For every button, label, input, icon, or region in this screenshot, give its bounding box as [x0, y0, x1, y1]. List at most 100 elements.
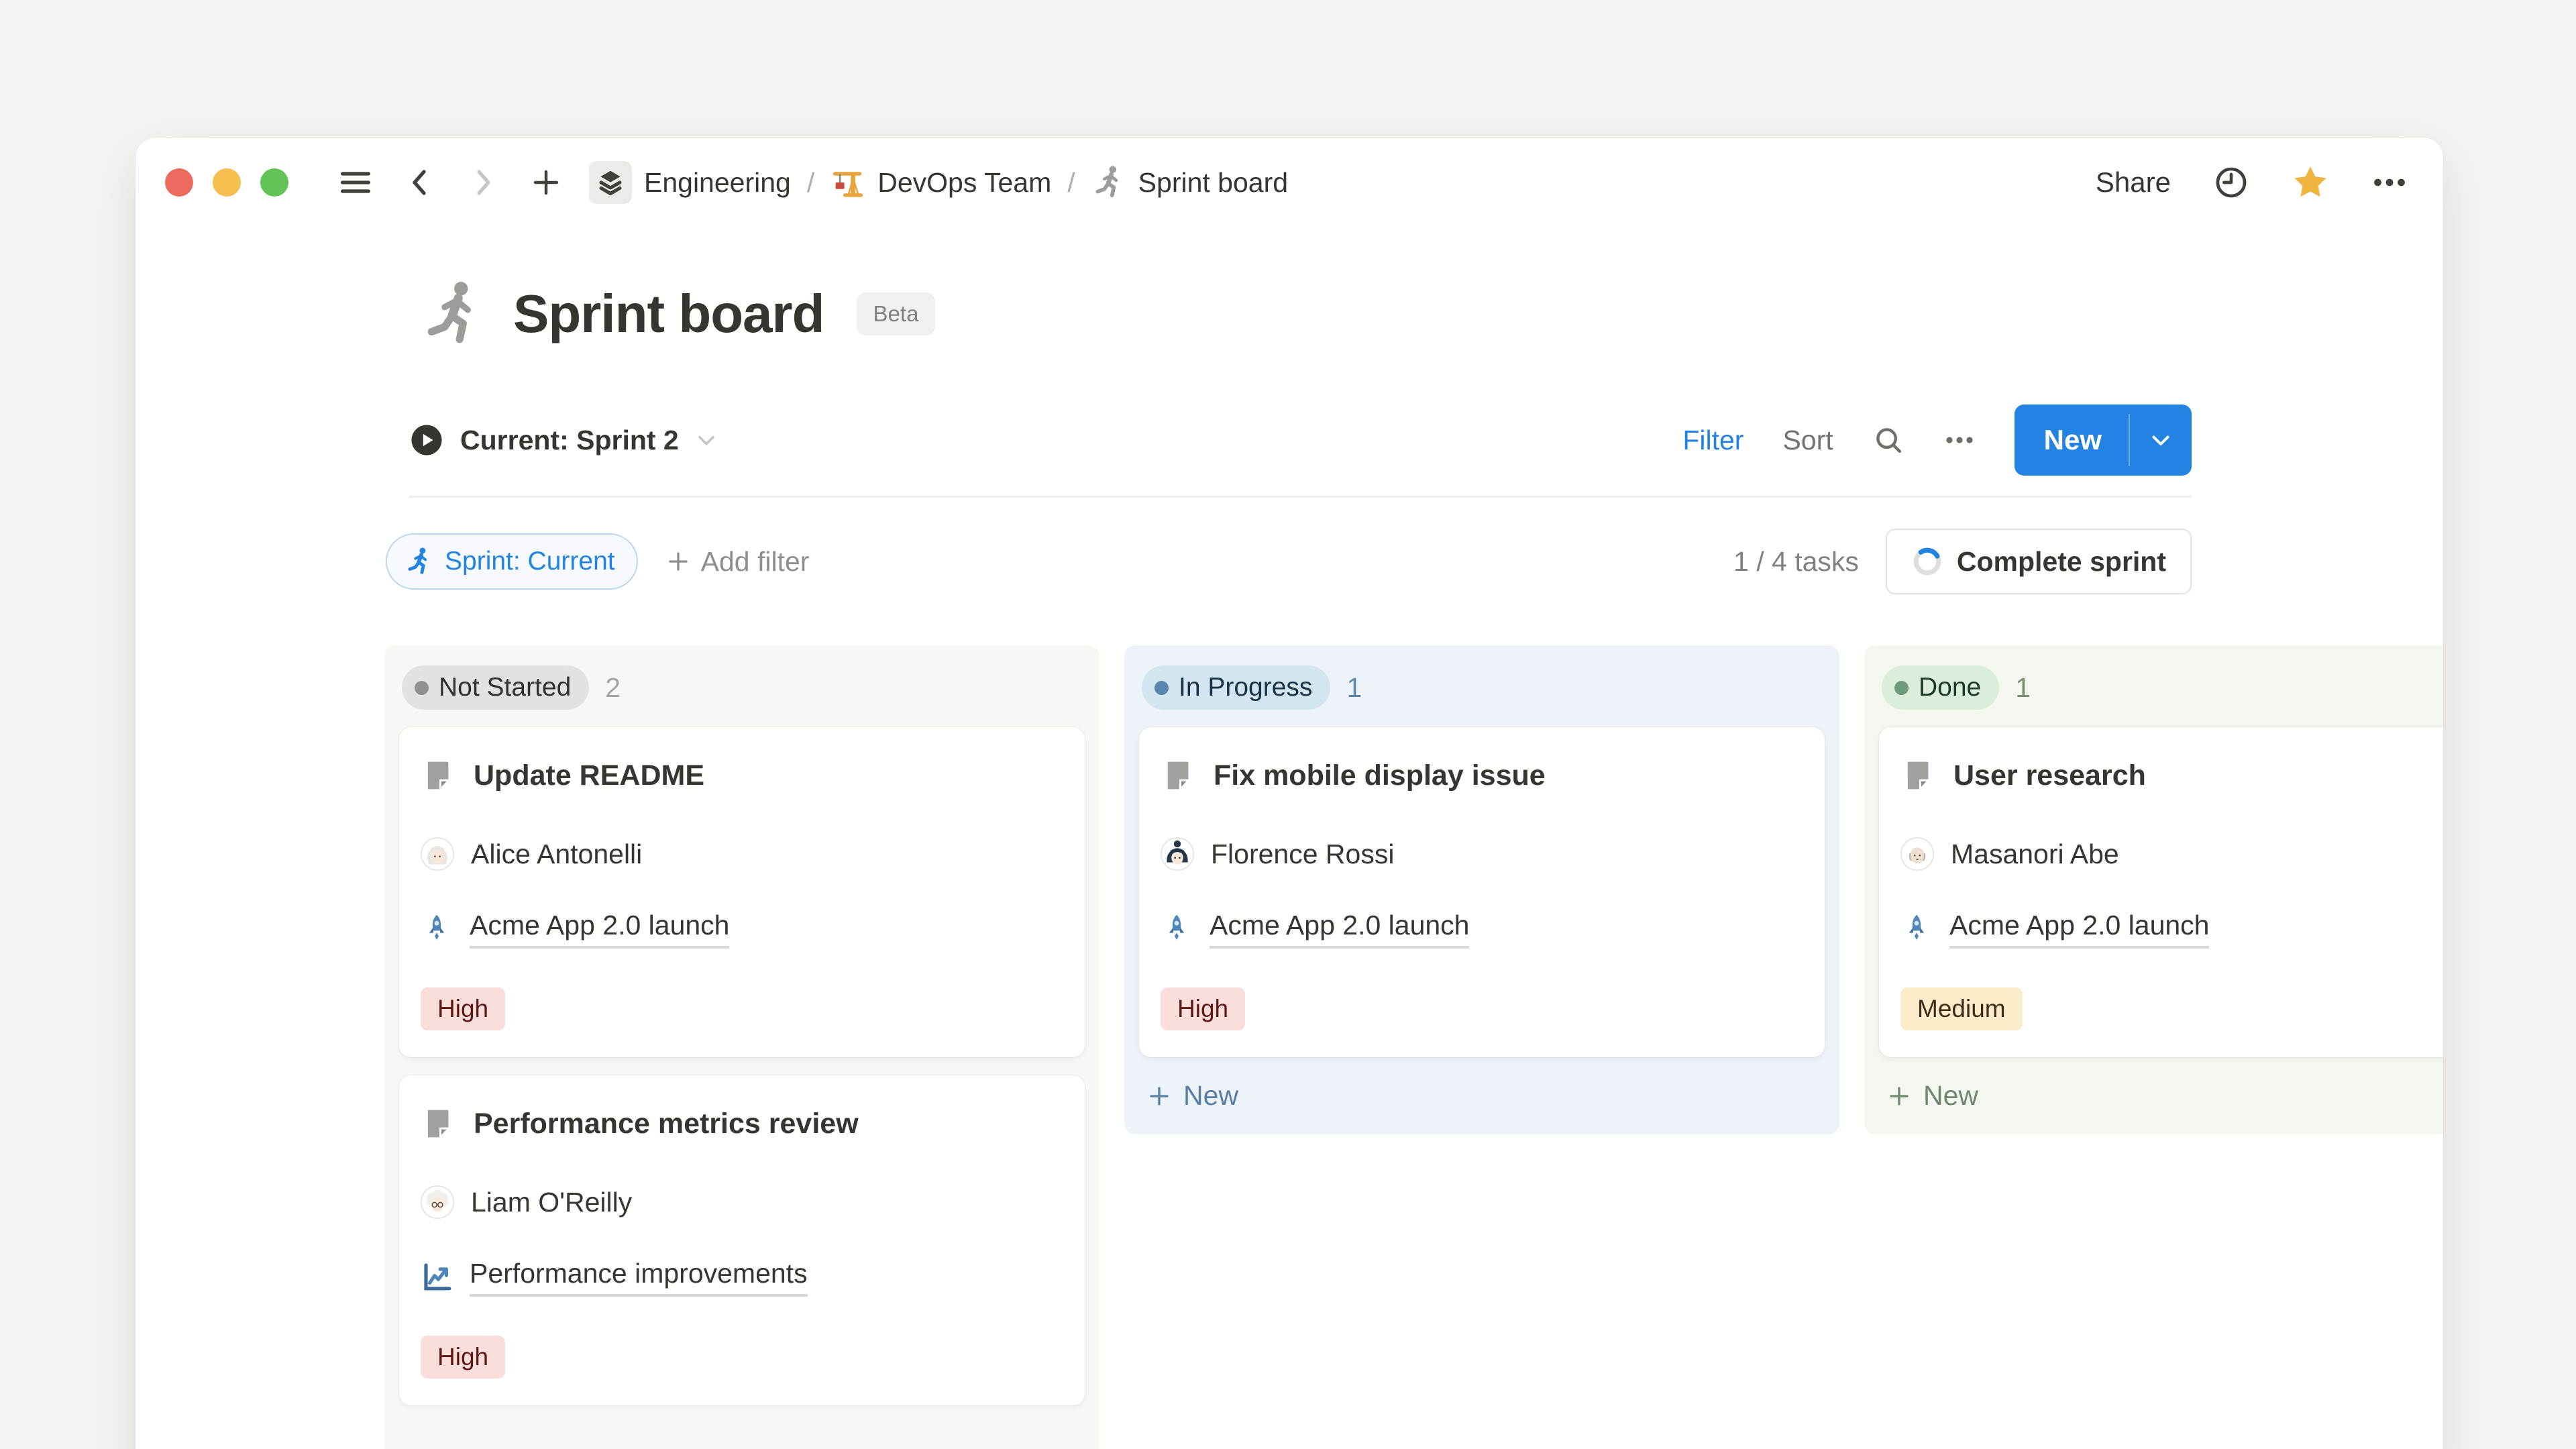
priority-tag: High	[421, 987, 505, 1030]
task-card[interactable]: User research Masanori Abe Acme App 2.0 …	[1879, 727, 2443, 1057]
sprint-chip-label: Sprint: Current	[445, 547, 615, 576]
card-title: Fix mobile display issue	[1214, 759, 1546, 792]
task-card[interactable]: Performance metrics review Liam O'Reilly…	[399, 1075, 1085, 1405]
breadcrumb-item-devops-team[interactable]: DevOps Team	[830, 165, 1051, 200]
sort-button[interactable]: Sort	[1782, 425, 1833, 456]
filter-bar: Sprint: Current Add filter 1 / 4 tasks C…	[386, 529, 2192, 594]
add-card-label: New	[1183, 1080, 1238, 1112]
breadcrumb-label: Engineering	[644, 167, 791, 199]
breadcrumb-item-sprint-board[interactable]: Sprint board	[1091, 165, 1288, 200]
status-pill-not-started[interactable]: Not Started	[402, 665, 589, 710]
more-options-icon[interactable]	[2371, 164, 2408, 201]
complete-sprint-label: Complete sprint	[1957, 546, 2166, 578]
beta-badge: Beta	[857, 292, 936, 335]
rocket-icon	[1900, 913, 1933, 945]
chart-icon	[421, 1261, 453, 1293]
close-window-button[interactable]	[165, 168, 193, 197]
view-toolbar: Current: Sprint 2 Filter Sort New	[409, 405, 2192, 498]
window-topbar: Engineering / DevOps Team / Sprint board…	[136, 138, 2443, 227]
page-title-row: Sprint board Beta	[419, 280, 2443, 348]
column-count: 2	[605, 672, 621, 704]
card-title: User research	[1953, 759, 2146, 792]
status-pill-in-progress[interactable]: In Progress	[1142, 665, 1330, 710]
avatar	[1161, 837, 1194, 871]
progress-ring-icon	[1911, 545, 1943, 578]
column-in-progress: In Progress 1 Fix mobile display issue F…	[1124, 645, 1839, 1134]
card-title: Performance metrics review	[474, 1108, 859, 1140]
add-filter-label: Add filter	[701, 546, 810, 578]
relation-link[interactable]: Acme App 2.0 launch	[1210, 910, 1469, 949]
traffic-lights	[165, 168, 288, 197]
task-card[interactable]: Fix mobile display issue Florence Rossi …	[1139, 727, 1825, 1057]
new-button-label[interactable]: New	[2015, 405, 2129, 476]
avatar	[1900, 837, 1934, 871]
view-switcher[interactable]: Current: Sprint 2	[409, 423, 718, 458]
rocket-icon	[1161, 913, 1193, 945]
kanban-board: Not Started 2 Update README Alice Antone…	[384, 645, 2443, 1449]
breadcrumb: Engineering / DevOps Team / Sprint board	[589, 161, 1288, 204]
runner-icon	[405, 547, 434, 576]
current-view-label: Current: Sprint 2	[460, 425, 679, 456]
crane-icon	[830, 165, 865, 200]
relation-link[interactable]: Acme App 2.0 launch	[1949, 910, 2209, 949]
rocket-icon	[421, 913, 453, 945]
plus-icon	[666, 549, 690, 574]
zoom-window-button[interactable]	[260, 168, 288, 197]
breadcrumb-item-engineering[interactable]: Engineering	[589, 161, 791, 204]
status-dot	[415, 681, 429, 695]
new-page-icon[interactable]	[530, 166, 562, 199]
column-header[interactable]: In Progress 1	[1124, 645, 1839, 727]
status-label: Not Started	[439, 673, 571, 702]
task-card[interactable]: Update README Alice Antonelli Acme App 2…	[399, 727, 1085, 1057]
forward-icon	[467, 166, 499, 199]
status-pill-done[interactable]: Done	[1882, 665, 1999, 710]
breadcrumb-label: Sprint board	[1138, 167, 1288, 199]
page-icon	[421, 758, 455, 793]
add-filter-button[interactable]: Add filter	[666, 546, 810, 578]
updates-clock-icon[interactable]	[2212, 164, 2250, 201]
filter-button[interactable]: Filter	[1682, 425, 1743, 456]
favorite-star-icon[interactable]	[2292, 164, 2329, 201]
breadcrumb-separator: /	[806, 167, 816, 199]
avatar	[421, 1185, 454, 1219]
column-header[interactable]: Not Started 2	[384, 645, 1099, 727]
breadcrumb-separator: /	[1066, 167, 1076, 199]
assignee-name: Alice Antonelli	[471, 839, 642, 870]
back-icon[interactable]	[404, 166, 436, 199]
add-card-label: New	[1923, 1080, 1978, 1112]
priority-tag: High	[421, 1336, 505, 1379]
app-window: Engineering / DevOps Team / Sprint board…	[136, 138, 2443, 1449]
page-icon	[421, 1106, 455, 1141]
chevron-down-icon	[695, 429, 718, 451]
add-card-button[interactable]: New	[1864, 1057, 2443, 1129]
status-dot	[1155, 681, 1169, 695]
relation-link[interactable]: Acme App 2.0 launch	[470, 910, 729, 949]
assignee-name: Liam O'Reilly	[471, 1187, 632, 1218]
minimize-window-button[interactable]	[213, 168, 241, 197]
status-label: Done	[1919, 673, 1981, 702]
column-done: Done 1 User research Masanori Abe	[1864, 645, 2443, 1134]
priority-tag: Medium	[1900, 987, 2023, 1030]
search-icon[interactable]	[1872, 424, 1904, 456]
plus-icon	[1887, 1084, 1911, 1108]
runner-page-icon[interactable]	[419, 280, 488, 348]
status-dot	[1894, 681, 1909, 695]
new-dropdown-chevron-icon[interactable]	[2130, 405, 2192, 476]
tasks-progress-label: 1 / 4 tasks	[1733, 546, 1859, 578]
add-card-button[interactable]: New	[1124, 1057, 1839, 1129]
new-button[interactable]: New	[2015, 405, 2192, 476]
layers-icon	[596, 168, 625, 197]
complete-sprint-button[interactable]: Complete sprint	[1886, 529, 2192, 594]
assignee-name: Masanori Abe	[1951, 839, 2119, 870]
assignee-name: Florence Rossi	[1211, 839, 1394, 870]
card-title: Update README	[474, 759, 704, 792]
column-count: 1	[1346, 672, 1362, 704]
view-options-icon[interactable]	[1943, 424, 1976, 456]
sprint-filter-chip[interactable]: Sprint: Current	[386, 533, 638, 590]
relation-link[interactable]: Performance improvements	[470, 1258, 808, 1297]
page-icon	[1161, 758, 1195, 793]
sidebar-menu-icon[interactable]	[338, 165, 373, 200]
column-header[interactable]: Done 1	[1864, 645, 2443, 727]
share-button[interactable]: Share	[2096, 166, 2171, 199]
play-circle-icon	[409, 423, 444, 458]
